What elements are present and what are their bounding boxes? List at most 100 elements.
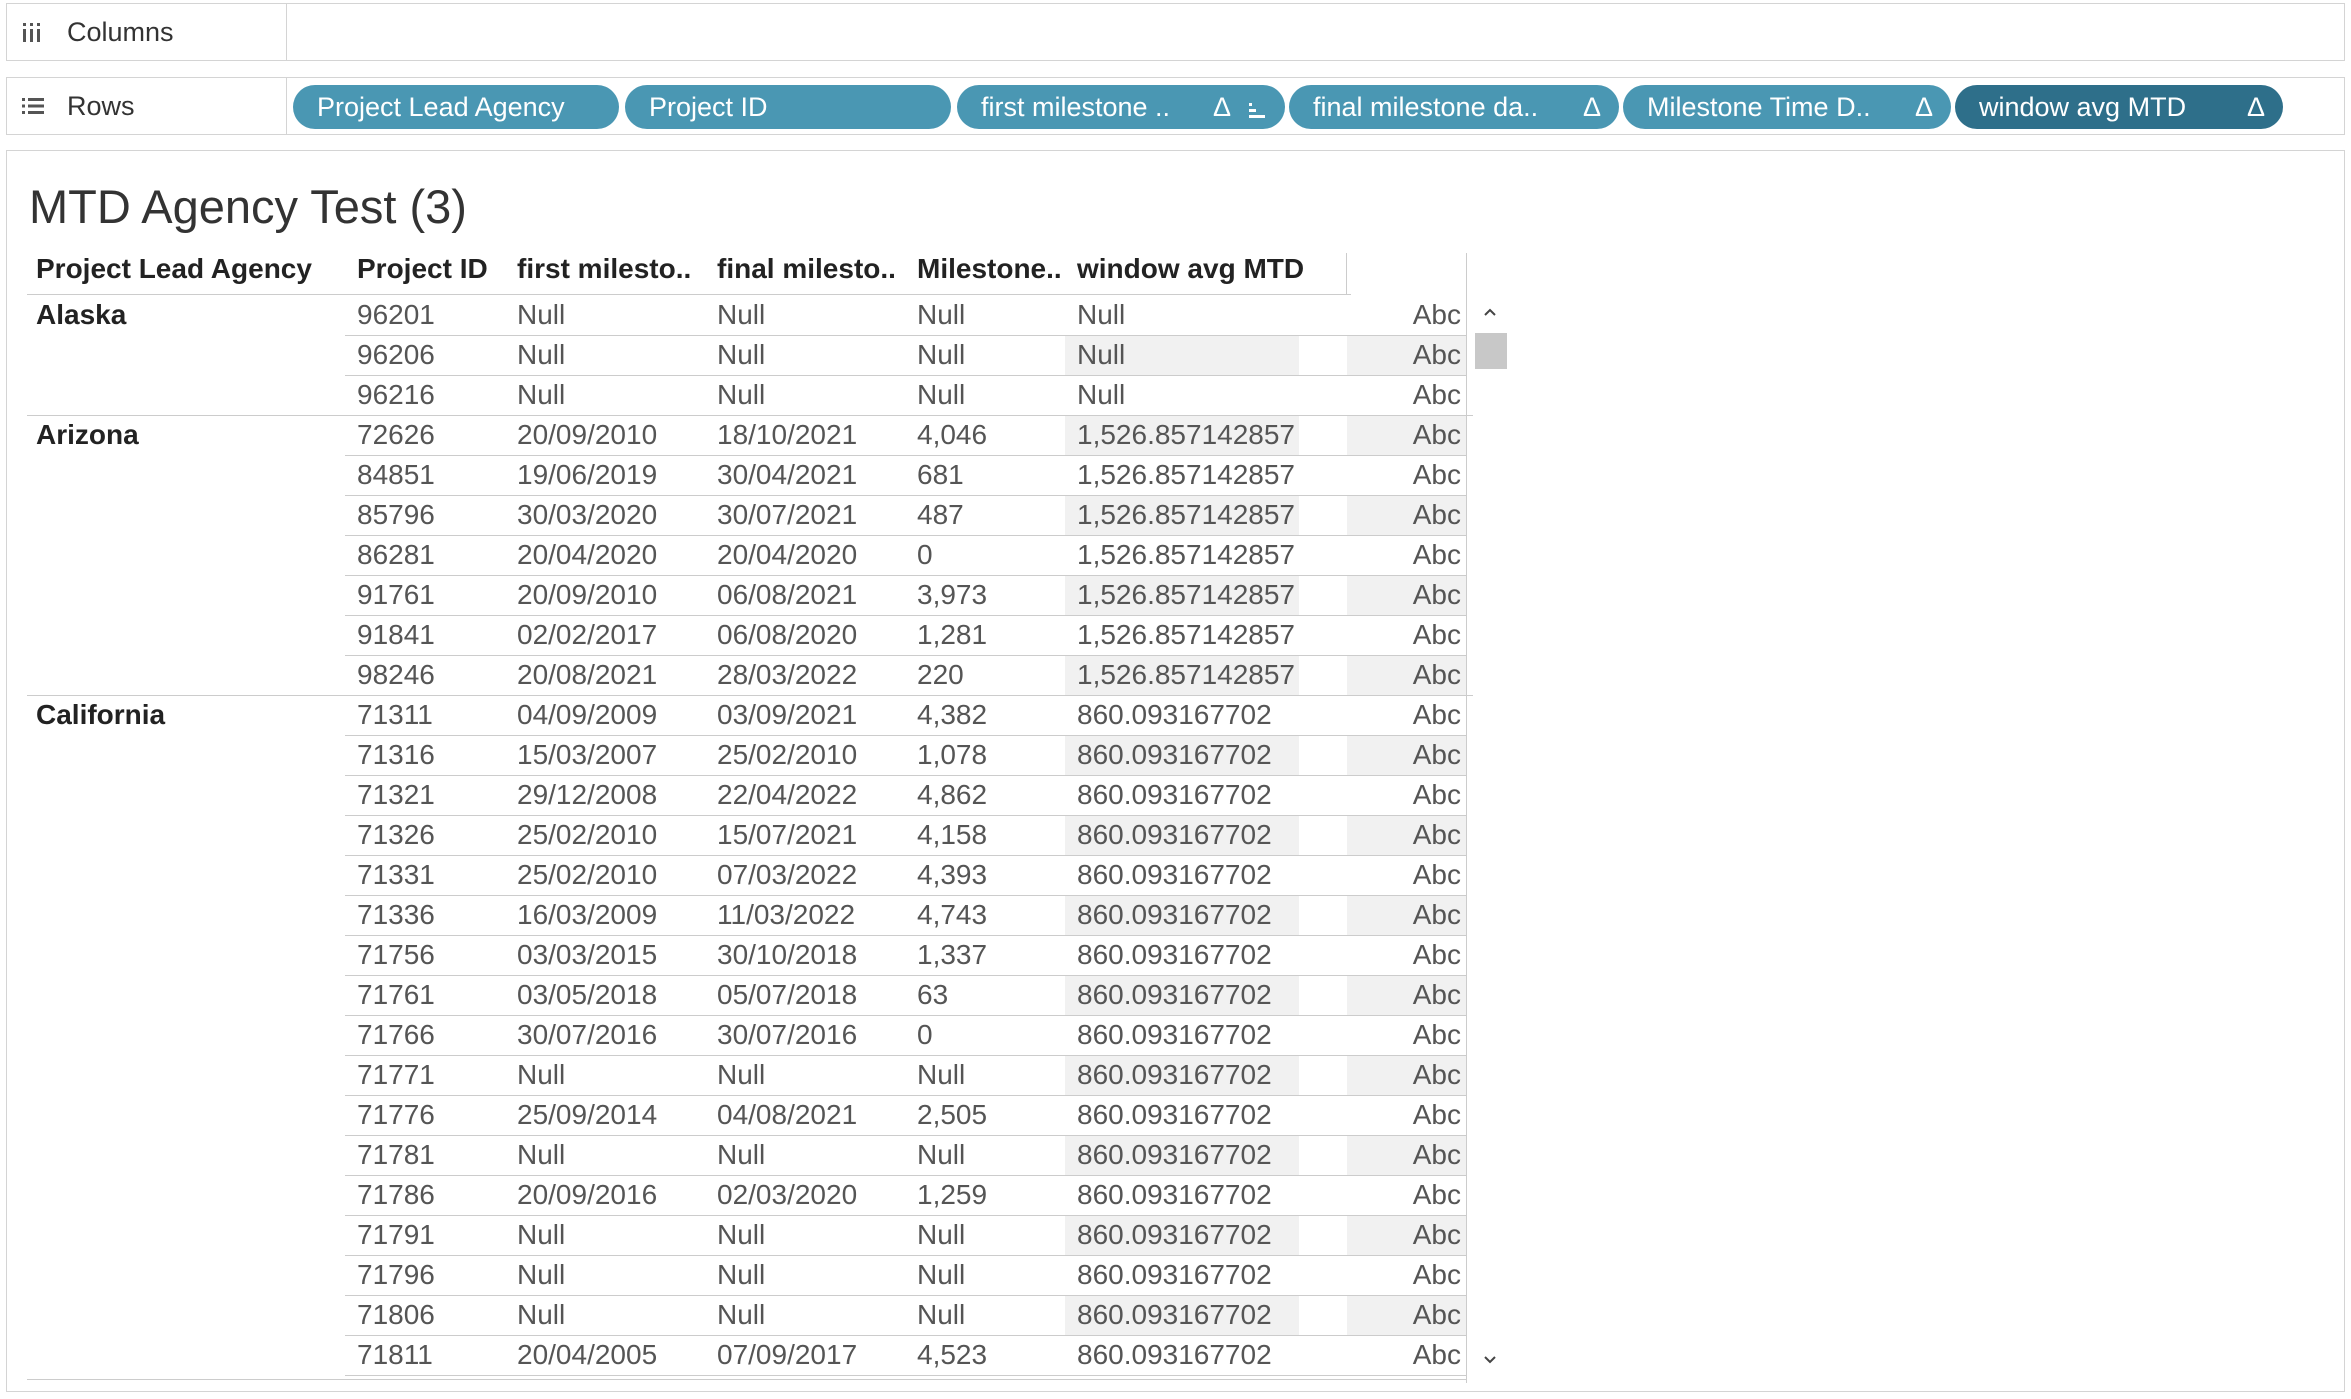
abc-cell[interactable]: Abc [1347,775,1461,815]
final-milestone-cell[interactable]: 07/09/2017 [717,1335,857,1375]
window-avg-cell[interactable]: Null [1077,295,1125,335]
project-id-cell[interactable]: 71791 [357,1215,435,1255]
project-id-cell[interactable]: 71316 [357,735,435,775]
project-id-cell[interactable]: 71321 [357,775,435,815]
first-milestone-cell[interactable]: 20/04/2020 [517,535,657,575]
final-milestone-cell[interactable]: Null [717,295,765,335]
project-id-cell[interactable]: 71336 [357,895,435,935]
window-avg-cell[interactable]: 860.093167702 [1077,1295,1272,1335]
window-avg-cell[interactable]: 860.093167702 [1077,1175,1272,1215]
project-id-cell[interactable]: 84851 [357,455,435,495]
first-milestone-cell[interactable]: 29/12/2008 [517,775,657,815]
pill-project-id[interactable]: Project ID [625,85,951,129]
milestone-time-cell[interactable]: 4,046 [917,415,987,455]
first-milestone-cell[interactable]: Null [517,1255,565,1295]
final-milestone-cell[interactable]: 18/10/2021 [717,415,857,455]
first-milestone-cell[interactable]: 04/09/2009 [517,695,657,735]
abc-cell[interactable]: Abc [1347,695,1461,735]
pill-project-lead-agency[interactable]: Project Lead Agency [293,85,619,129]
project-id-cell[interactable]: 71806 [357,1295,435,1335]
final-milestone-cell[interactable]: 02/03/2020 [717,1175,857,1215]
abc-cell[interactable]: Abc [1347,375,1461,415]
window-avg-cell[interactable]: 860.093167702 [1077,1095,1272,1135]
milestone-time-cell[interactable]: 0 [917,535,933,575]
project-id-cell[interactable]: 96201 [357,295,435,335]
window-avg-cell[interactable]: Null [1077,335,1125,375]
milestone-time-cell[interactable]: Null [917,1055,965,1095]
first-milestone-cell[interactable]: Null [517,1215,565,1255]
first-milestone-cell[interactable]: Null [517,1055,565,1095]
abc-cell[interactable]: Abc [1347,455,1461,495]
agency-label[interactable]: California [36,695,165,735]
window-avg-cell[interactable]: 860.093167702 [1077,695,1272,735]
window-avg-cell[interactable]: 860.093167702 [1077,1055,1272,1095]
milestone-time-cell[interactable]: 3,973 [917,575,987,615]
milestone-time-cell[interactable]: 0 [917,1015,933,1055]
abc-cell[interactable]: Abc [1347,1015,1461,1055]
first-milestone-cell[interactable]: Null [517,375,565,415]
first-milestone-cell[interactable]: 25/02/2010 [517,815,657,855]
abc-cell[interactable]: Abc [1347,1135,1461,1175]
window-avg-cell[interactable]: 860.093167702 [1077,735,1272,775]
project-id-cell[interactable]: 71771 [357,1055,435,1095]
final-milestone-cell[interactable]: 30/04/2021 [717,455,857,495]
window-avg-cell[interactable]: 1,526.857142857 [1077,535,1295,575]
project-id-cell[interactable]: 86281 [357,535,435,575]
window-avg-cell[interactable]: 860.093167702 [1077,815,1272,855]
abc-cell[interactable]: Abc [1347,1335,1461,1375]
milestone-time-cell[interactable]: Null [917,1295,965,1335]
final-milestone-cell[interactable]: 11/03/2022 [717,895,855,935]
window-avg-cell[interactable]: 860.093167702 [1077,1215,1272,1255]
header-milestone-time[interactable]: Milestone.. [917,253,1062,285]
project-id-cell[interactable]: 96216 [357,375,435,415]
abc-cell[interactable]: Abc [1347,1255,1461,1295]
abc-cell[interactable]: Abc [1347,1215,1461,1255]
final-milestone-cell[interactable]: 25/02/2010 [717,735,857,775]
project-id-cell[interactable]: 71766 [357,1015,435,1055]
abc-cell[interactable]: Abc [1347,855,1461,895]
abc-cell[interactable]: Abc [1347,1295,1461,1335]
final-milestone-cell[interactable]: Null [717,375,765,415]
abc-cell[interactable]: Abc [1347,495,1461,535]
scroll-thumb[interactable] [1475,333,1507,369]
columns-shelf[interactable]: Columns [6,3,2345,61]
pill-milestone-time-delta[interactable]: Milestone Time D.. Δ [1623,85,1951,129]
first-milestone-cell[interactable]: 30/03/2020 [517,495,657,535]
milestone-time-cell[interactable]: Null [917,1215,965,1255]
agency-label[interactable]: Alaska [36,295,126,335]
window-avg-cell[interactable]: 860.093167702 [1077,775,1272,815]
scroll-down-icon[interactable] [1473,1343,1507,1377]
first-milestone-cell[interactable]: 02/02/2017 [517,615,657,655]
milestone-time-cell[interactable]: 681 [917,455,964,495]
milestone-time-cell[interactable]: Null [917,295,965,335]
pill-first-milestone[interactable]: first milestone .. Δ [957,85,1285,129]
project-id-cell[interactable]: 91841 [357,615,435,655]
project-id-cell[interactable]: 71786 [357,1175,435,1215]
project-id-cell[interactable]: 71811 [357,1335,433,1375]
window-avg-cell[interactable]: 860.093167702 [1077,1135,1272,1175]
project-id-cell[interactable]: 71796 [357,1255,435,1295]
abc-cell[interactable]: Abc [1347,735,1461,775]
final-milestone-cell[interactable]: 06/08/2021 [717,575,857,615]
milestone-time-cell[interactable]: 4,382 [917,695,987,735]
milestone-time-cell[interactable]: 4,393 [917,855,987,895]
window-avg-cell[interactable]: 860.093167702 [1077,1335,1272,1375]
final-milestone-cell[interactable]: Null [717,1295,765,1335]
window-avg-cell[interactable]: 860.093167702 [1077,935,1272,975]
milestone-time-cell[interactable]: 4,523 [917,1335,987,1375]
header-final-milestone[interactable]: final milesto.. [717,253,896,285]
project-id-cell[interactable]: 71311 [357,695,433,735]
window-avg-cell[interactable]: 1,526.857142857 [1077,495,1295,535]
window-avg-cell[interactable]: 860.093167702 [1077,895,1272,935]
scroll-up-icon[interactable] [1473,295,1507,329]
milestone-time-cell[interactable]: 1,337 [917,935,987,975]
milestone-time-cell[interactable]: Null [917,1255,965,1295]
window-avg-cell[interactable]: Null [1077,375,1125,415]
final-milestone-cell[interactable]: Null [717,335,765,375]
vertical-scrollbar[interactable] [1473,295,1507,1377]
header-project-lead-agency[interactable]: Project Lead Agency [36,253,312,285]
window-avg-cell[interactable]: 860.093167702 [1077,855,1272,895]
milestone-time-cell[interactable]: 2,505 [917,1095,987,1135]
first-milestone-cell[interactable]: Null [517,295,565,335]
final-milestone-cell[interactable]: 22/04/2022 [717,775,857,815]
